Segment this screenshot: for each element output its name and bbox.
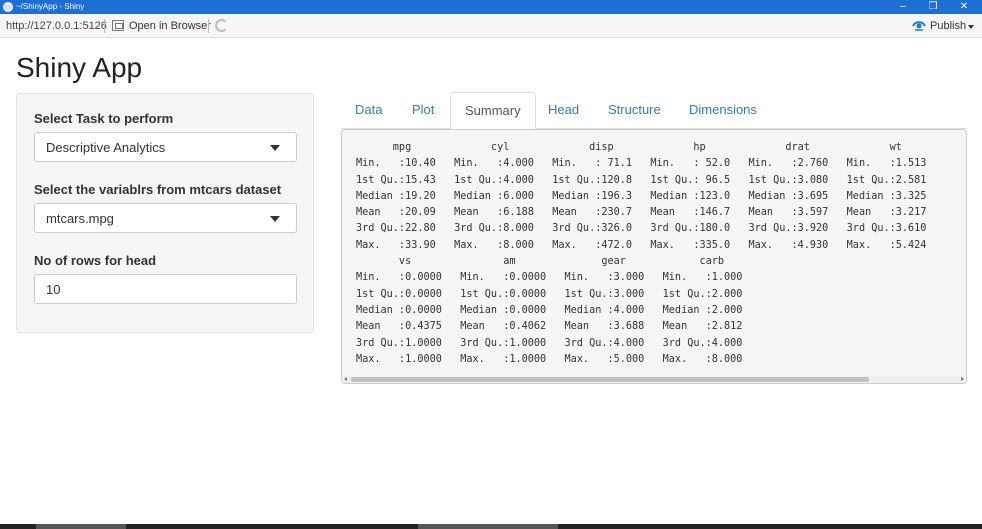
url-display[interactable]: http://127.0.0.1:5126: [6, 20, 107, 32]
tab-summary[interactable]: Summary: [450, 92, 536, 130]
head-rows-label: No of rows for head: [34, 253, 157, 268]
head-rows-input[interactable]: 10: [34, 274, 297, 304]
task-select-label: Select Task to perform: [34, 111, 174, 126]
dropdown-caret-icon: [270, 145, 280, 151]
summary-line: 3rd Qu.:1.0000 3rd Qu.:1.0000 3rd Qu.:4.…: [356, 337, 743, 349]
toolbar-divider: [208, 19, 209, 33]
summary-line: Mean :20.09 Mean :6.188 Mean :230.7 Mean…: [356, 207, 927, 219]
summary-line: Max. :1.0000 Max. :1.0000 Max. :5.000 Ma…: [356, 353, 743, 365]
toolbar-divider: [104, 19, 105, 33]
taskbar-segment: [418, 524, 558, 529]
summary-line: Min. :0.0000 Min. :0.0000 Min. :3.000 Mi…: [356, 272, 743, 284]
dropdown-caret-icon: [270, 216, 280, 222]
task-select[interactable]: Descriptive Analytics: [34, 132, 297, 162]
head-rows-value: 10: [46, 282, 61, 297]
publish-icon: [912, 21, 926, 31]
tab-dimensions[interactable]: Dimensions: [675, 92, 771, 129]
taskbar-segment: [36, 524, 126, 529]
tab-plot[interactable]: Plot: [398, 92, 448, 129]
restore-button[interactable]: ❐: [918, 0, 948, 14]
page-title: Shiny App: [16, 52, 143, 83]
scroll-right-arrow-icon[interactable]: [961, 377, 964, 381]
summary-line: Median :0.0000 Median :0.0000 Median :4.…: [356, 304, 743, 316]
variable-select-value: mtcars.mpg: [46, 211, 114, 226]
tab-structure[interactable]: Structure: [594, 92, 675, 129]
variable-select-label: Select the variablrs from mtcars dataset: [34, 182, 282, 197]
summary-line: Max. :33.90 Max. :8.000 Max. :472.0 Max.…: [356, 239, 927, 251]
open-in-browser-button[interactable]: Open in Browser: [129, 20, 211, 32]
summary-line: Median :19.20 Median :6.000 Median :196.…: [356, 190, 927, 202]
refresh-icon[interactable]: [215, 19, 228, 32]
rstudio-app-icon: [3, 2, 13, 12]
tab-data[interactable]: Data: [341, 92, 396, 129]
window-title: ~/ShinyApp - Shiny: [16, 2, 85, 11]
open-in-browser-icon[interactable]: [112, 20, 124, 31]
publish-label: Publish: [930, 20, 967, 32]
summary-line: 1st Qu.:15.43 1st Qu.:4.000 1st Qu.:120.…: [356, 174, 927, 186]
tabset-nav: Data Plot Summary Head Structure Dimensi…: [341, 92, 967, 130]
horizontal-scrollbar[interactable]: [343, 376, 965, 383]
summary-line: 3rd Qu.:22.80 3rd Qu.:8.000 3rd Qu.:326.…: [356, 223, 927, 235]
summary-line: Mean :0.4375 Mean :0.4062 Mean :3.688 Me…: [356, 321, 743, 333]
summary-output-text: mpg cyl disp hp drat wt Min. :10.40 Min.…: [356, 140, 926, 368]
publish-button[interactable]: Publish: [912, 18, 976, 34]
scrollbar-thumb[interactable]: [351, 377, 869, 382]
summary-line: 1st Qu.:0.0000 1st Qu.:0.0000 1st Qu.:3.…: [356, 288, 743, 300]
window-title-bar: ~/ShinyApp - Shiny – ❐ ✕: [0, 0, 982, 14]
minimize-button[interactable]: –: [888, 0, 918, 14]
summary-line: mpg cyl disp hp drat wt: [356, 142, 902, 153]
sidebar-panel: Select Task to perform Descriptive Analy…: [16, 93, 314, 333]
task-select-value: Descriptive Analytics: [46, 140, 166, 155]
summary-line: Min. :10.40 Min. :4.000 Min. : 71.1 Min.…: [356, 158, 927, 170]
summary-line: vs am gear carb: [356, 256, 725, 268]
scroll-left-arrow-icon[interactable]: [344, 377, 347, 381]
close-button[interactable]: ✕: [949, 0, 979, 14]
chevron-down-icon[interactable]: [968, 25, 974, 29]
taskbar-strip: [0, 524, 982, 529]
tab-head[interactable]: Head: [534, 92, 593, 129]
viewer-toolbar: http://127.0.0.1:5126 Open in Browser Pu…: [0, 14, 982, 38]
summary-output: mpg cyl disp hp drat wt Min. :10.40 Min.…: [341, 129, 967, 384]
variable-select[interactable]: mtcars.mpg: [34, 203, 297, 233]
